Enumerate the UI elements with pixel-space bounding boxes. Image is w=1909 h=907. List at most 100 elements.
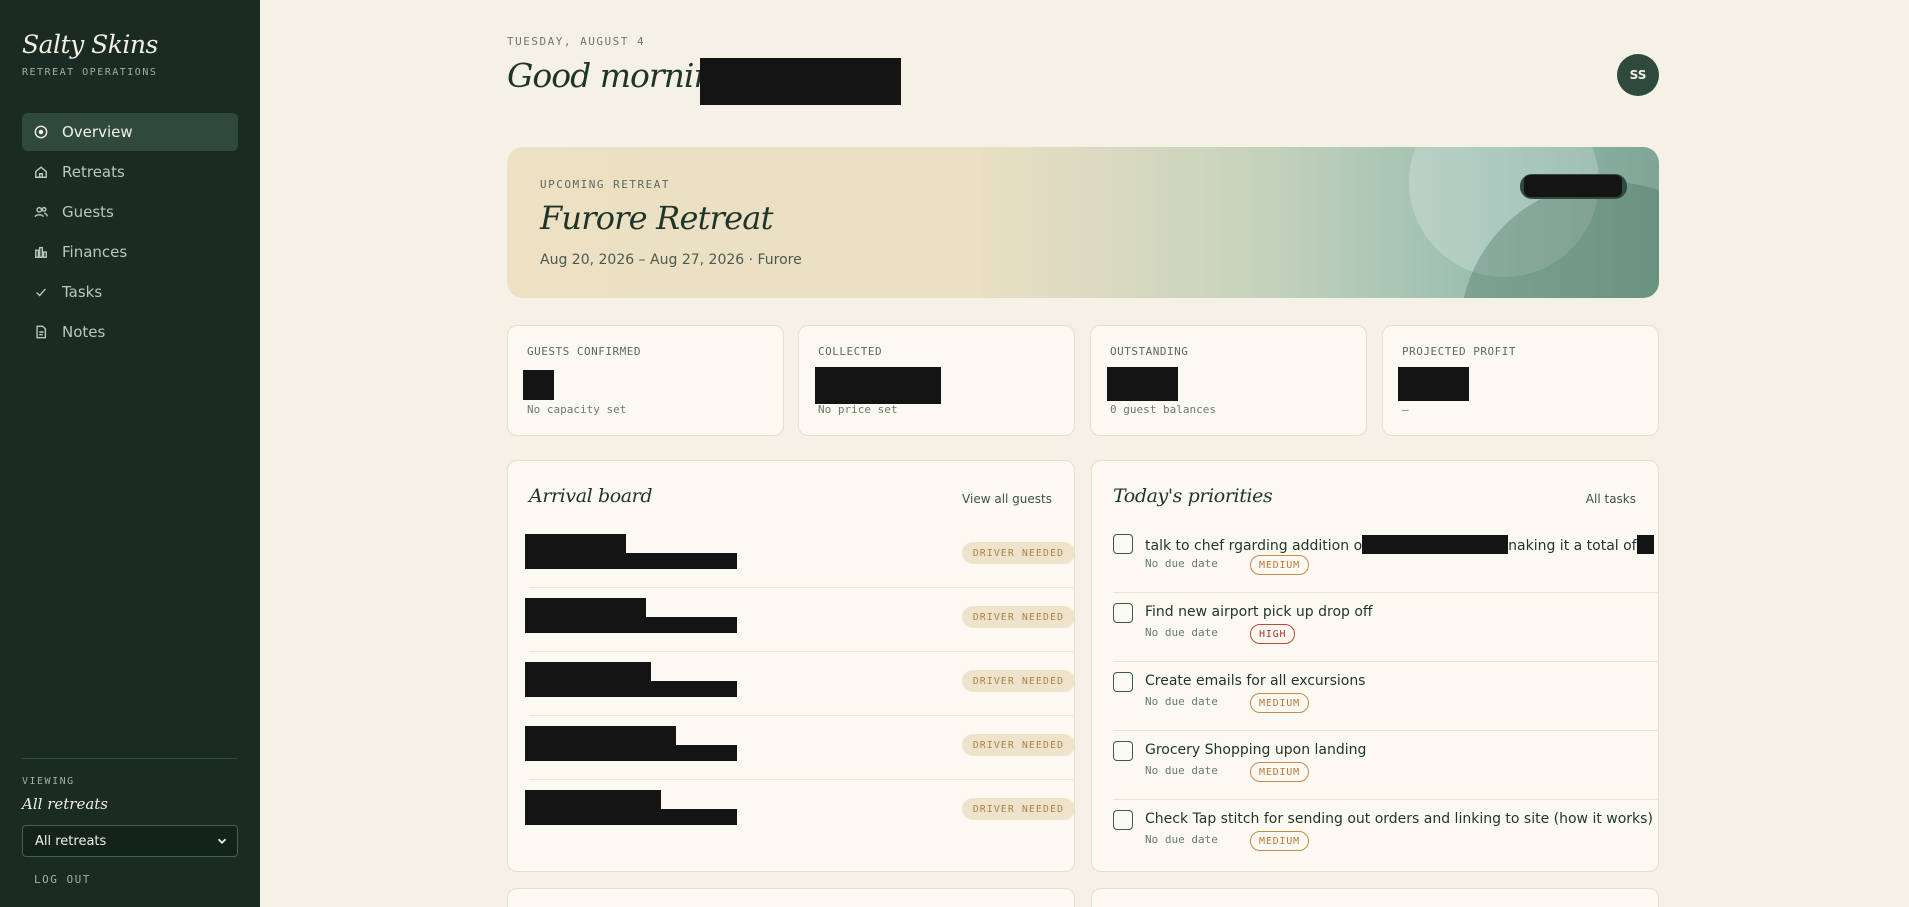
task-due-date: No due date (1145, 557, 1218, 570)
viewing-label: VIEWING (22, 776, 75, 787)
stat-sub: No capacity set (527, 403, 627, 416)
task-row: Create emails for all excursions No due … (1113, 662, 1659, 731)
redacted-username (700, 58, 901, 105)
redacted-guest-name (525, 598, 646, 617)
all-tasks-link[interactable]: All tasks (1586, 492, 1636, 506)
sidebar-item-finances[interactable]: Finances (22, 233, 238, 271)
task-text-after: naking it a total of (1508, 538, 1637, 554)
priorities-panel: Today's priorities All tasks talk to che… (1091, 460, 1659, 872)
task-checkbox[interactable] (1113, 603, 1133, 623)
task-row: Find new airport pick up drop off No due… (1113, 593, 1659, 662)
retreat-select[interactable]: All retreats (22, 825, 238, 857)
bar-chart-icon (34, 245, 48, 259)
priority-badge: MEDIUM (1250, 831, 1309, 851)
priority-badge: MEDIUM (1250, 693, 1309, 713)
redacted-status-text (1524, 175, 1622, 197)
task-text: Check Tap stitch for sending out orders … (1145, 811, 1653, 827)
hero-dates: Aug 20, 2026 – Aug 27, 2026 · Furore (540, 252, 802, 268)
logout-button[interactable]: LOG OUT (34, 873, 91, 886)
task-text-before: talk to chef rgarding addition o (1145, 538, 1363, 554)
view-all-guests-link[interactable]: View all guests (962, 492, 1052, 506)
task-due-date: No due date (1145, 764, 1218, 777)
stat-guests-confirmed: GUESTS CONFIRMED No capacity set (507, 325, 784, 436)
task-row: Check Tap stitch for sending out orders … (1113, 800, 1659, 869)
arrival-row[interactable]: DRIVER NEEDED (525, 524, 1075, 588)
priority-badge: MEDIUM (1250, 762, 1309, 782)
arrival-board-panel: Arrival board View all guests DRIVER NEE… (507, 460, 1075, 872)
task-due-date: No due date (1145, 833, 1218, 846)
priority-badge: HIGH (1250, 624, 1296, 644)
task-checkbox[interactable] (1113, 741, 1133, 761)
driver-needed-badge: DRIVER NEEDED (961, 734, 1075, 756)
stat-sub: 0 guest balances (1110, 403, 1216, 416)
redacted-guest-name (525, 726, 676, 745)
brand-subtitle: RETREAT OPERATIONS (22, 67, 158, 78)
redacted-task-segment (1636, 535, 1654, 554)
sidebar-item-label: Overview (62, 123, 133, 141)
sidebar-item-label: Notes (62, 323, 106, 341)
redacted-task-segment (1362, 535, 1509, 554)
avatar[interactable]: SS (1617, 54, 1659, 96)
sidebar-item-retreats[interactable]: Retreats (22, 153, 238, 191)
panel-title: Arrival board (529, 485, 653, 507)
task-text: Find new airport pick up drop off (1145, 604, 1373, 620)
redacted-guest-detail (525, 681, 737, 697)
home-icon (34, 165, 48, 179)
bottom-panel (507, 888, 1075, 907)
arrival-row[interactable]: DRIVER NEEDED (525, 652, 1075, 716)
upcoming-retreat-card[interactable]: UPCOMING RETREAT Furore Retreat Aug 20, … (507, 147, 1659, 298)
stat-projected-profit: PROJECTED PROFIT — (1382, 325, 1659, 436)
stat-label: PROJECTED PROFIT (1402, 345, 1516, 358)
redacted-value (1398, 367, 1469, 401)
sidebar-item-label: Guests (62, 203, 114, 221)
stat-sub: — (1402, 403, 1409, 416)
hero-title: Furore Retreat (540, 199, 773, 237)
task-text: Create emails for all excursions (1145, 673, 1366, 689)
driver-needed-badge: DRIVER NEEDED (961, 606, 1075, 628)
sidebar-item-guests[interactable]: Guests (22, 193, 238, 231)
sidebar-item-label: Retreats (62, 163, 125, 181)
redacted-guest-name (525, 662, 651, 681)
redacted-guest-name (525, 790, 661, 809)
brand-logo[interactable]: Salty Skins (22, 30, 158, 59)
task-text: talk to chef rgarding addition o naking i… (1145, 535, 1654, 554)
sidebar-item-label: Tasks (62, 283, 103, 301)
panel-title: Today's priorities (1113, 485, 1273, 507)
arrival-row[interactable]: DRIVER NEEDED (525, 588, 1075, 652)
task-checkbox[interactable] (1113, 672, 1133, 692)
date-label: TUESDAY, AUGUST 4 (507, 35, 646, 48)
document-icon (34, 325, 48, 339)
sidebar-divider (22, 758, 238, 759)
hero-label: UPCOMING RETREAT (540, 178, 670, 191)
arrival-row[interactable]: DRIVER NEEDED (525, 780, 1075, 844)
redacted-guest-detail (525, 617, 737, 633)
arrival-row[interactable]: DRIVER NEEDED (525, 716, 1075, 780)
sidebar-nav: Overview Retreats Guests Finances Tasks … (22, 113, 238, 353)
redacted-value (1107, 367, 1178, 401)
viewing-value: All retreats (22, 795, 108, 813)
stat-collected: COLLECTED No price set (798, 325, 1075, 436)
redacted-value (523, 370, 554, 400)
stat-label: COLLECTED (818, 345, 883, 358)
sidebar: Salty Skins RETREAT OPERATIONS Overview … (0, 0, 260, 907)
task-text: Grocery Shopping upon landing (1145, 742, 1367, 758)
redacted-guest-detail (525, 745, 737, 761)
stat-label: GUESTS CONFIRMED (527, 345, 641, 358)
stat-label: OUTSTANDING (1110, 345, 1189, 358)
sidebar-item-label: Finances (62, 243, 128, 261)
sidebar-item-tasks[interactable]: Tasks (22, 273, 238, 311)
sidebar-item-notes[interactable]: Notes (22, 313, 238, 351)
task-row: Grocery Shopping upon landing No due dat… (1113, 731, 1659, 800)
sidebar-item-overview[interactable]: Overview (22, 113, 238, 151)
users-icon (34, 205, 48, 219)
redacted-guest-name (525, 534, 626, 553)
driver-needed-badge: DRIVER NEEDED (961, 670, 1075, 692)
task-checkbox[interactable] (1113, 810, 1133, 830)
task-row: talk to chef rgarding addition o naking i… (1113, 524, 1659, 593)
driver-needed-badge: DRIVER NEEDED (961, 542, 1075, 564)
task-checkbox[interactable] (1113, 534, 1133, 554)
target-icon (34, 125, 48, 139)
driver-needed-badge: DRIVER NEEDED (961, 798, 1075, 820)
retreat-select-value: All retreats (35, 833, 107, 849)
task-due-date: No due date (1145, 695, 1218, 708)
